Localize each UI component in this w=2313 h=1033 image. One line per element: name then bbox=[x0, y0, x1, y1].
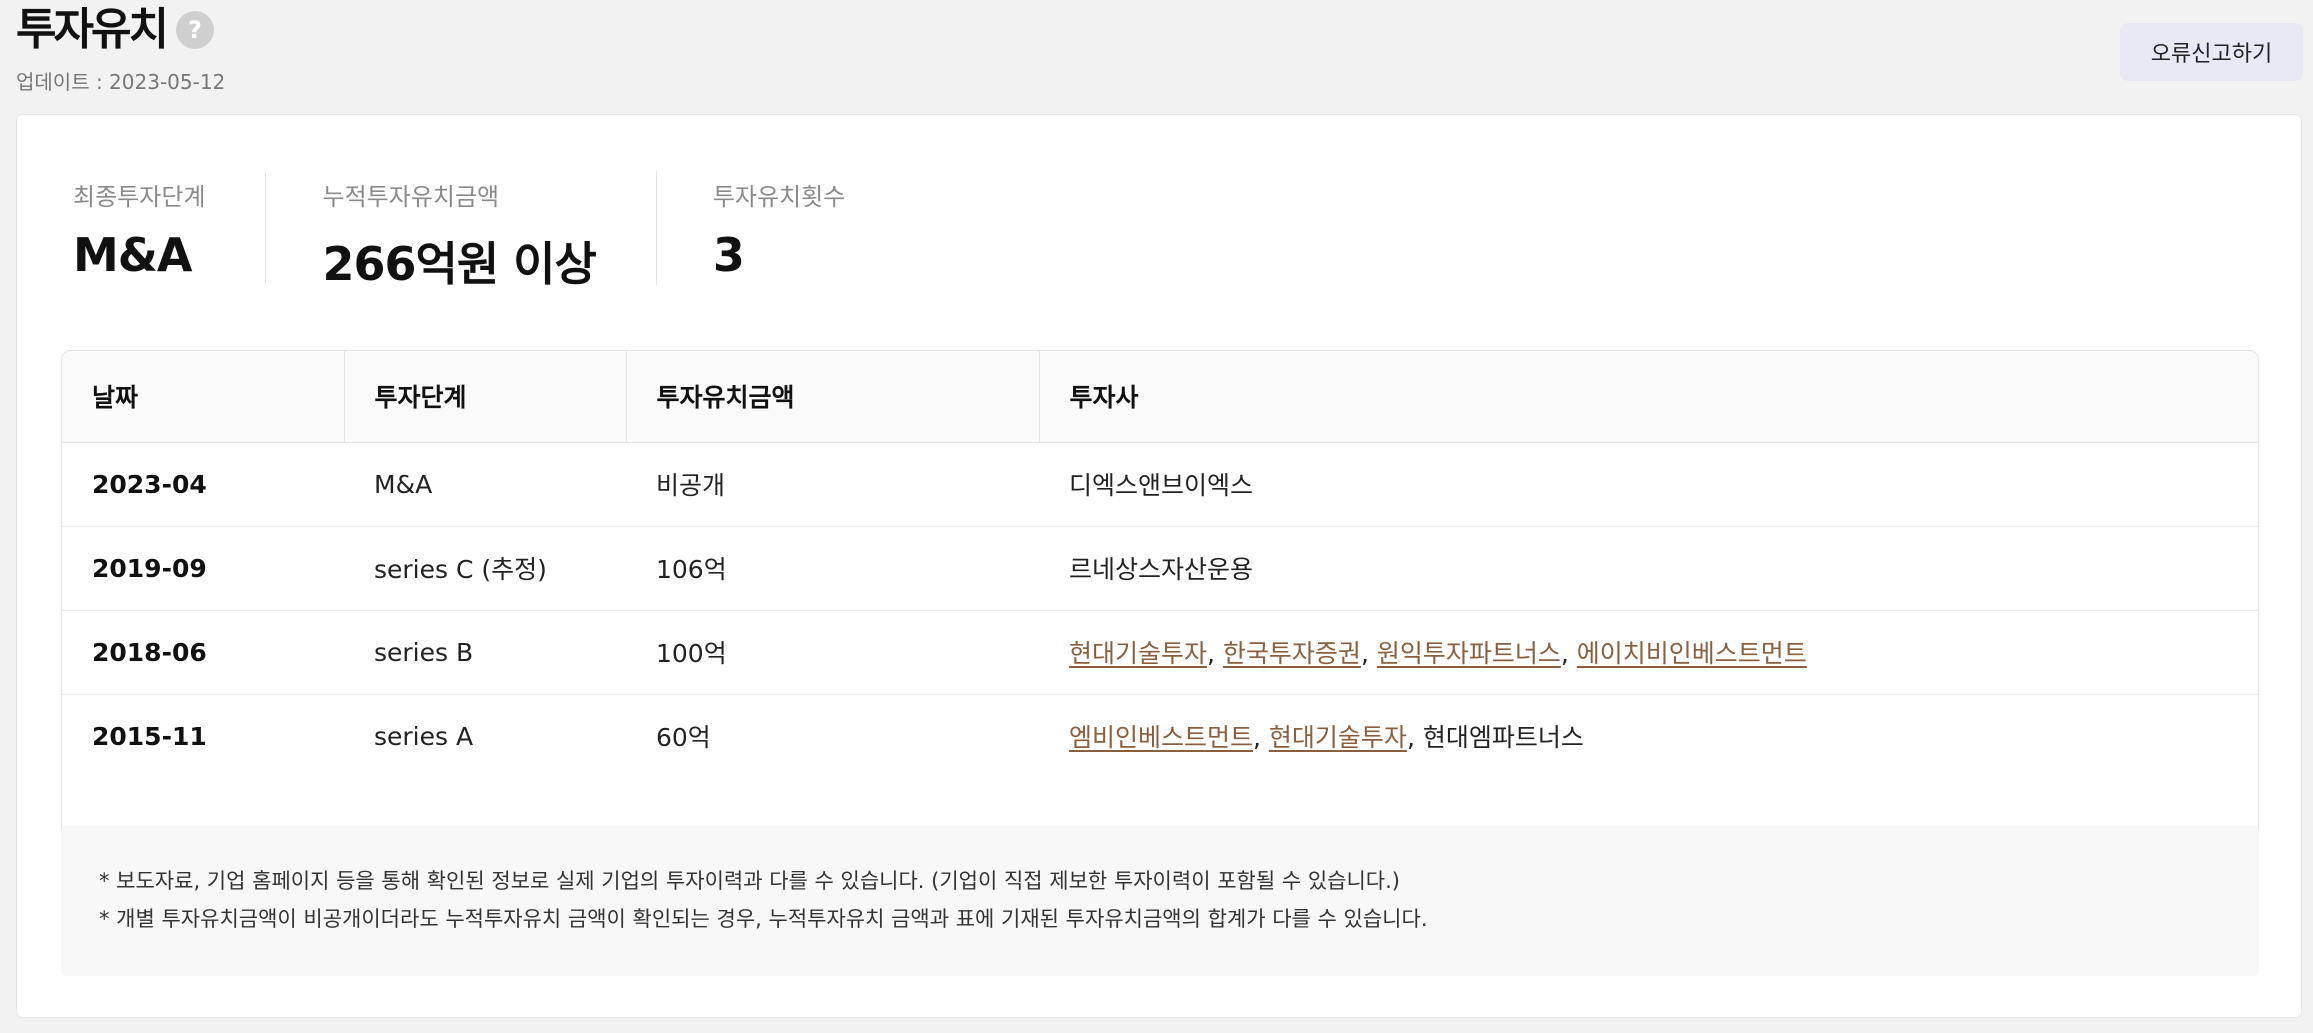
column-header-amount: 투자유치금액 bbox=[626, 351, 1040, 443]
stat-value: 266억원 이상 bbox=[322, 237, 596, 291]
cell-stage: series A bbox=[374, 721, 474, 751]
investment-table: 날짜 투자단계 투자유치금액 투자사 2023-04 M&A 비공개 디엑스앤브이엑스… bbox=[62, 351, 2258, 778]
stat-final-stage: 최종투자단계 M&A bbox=[73, 171, 265, 285]
table-row: 2023-04 M&A 비공개 디엑스앤브이엑스 bbox=[62, 442, 2258, 527]
cell-amount: 106억 bbox=[626, 526, 1039, 611]
table-row: 2019-09 series C (추정) 106억 르네상스자산운용 bbox=[62, 526, 2258, 611]
cell-stage: series B bbox=[344, 610, 626, 695]
column-header-stage: 투자단계 bbox=[344, 351, 627, 443]
investor-link[interactable]: 원익투자파트너스 bbox=[1377, 639, 1561, 668]
stat-label: 누적투자유치금액 bbox=[322, 183, 500, 211]
page-header: 투자유치 ? 업데이트 : 2023-05-12 bbox=[16, 4, 225, 95]
table-header-row: 날짜 투자단계 투자유치금액 투자사 bbox=[62, 351, 2258, 443]
disclaimer-notes: * 보도자료, 기업 홈페이지 등을 통해 확인된 정보로 실제 기업의 투자이… bbox=[61, 826, 2259, 976]
disclaimer-note: * 보도자료, 기업 홈페이지 등을 통해 확인된 정보로 실제 기업의 투자이… bbox=[99, 869, 1400, 893]
investment-card: 최종투자단계 M&A 누적투자유치금액 266억원 이상 투자유치횟수 3 날짜… bbox=[16, 114, 2302, 1018]
investor-name: 디엑스앤브이엑스 bbox=[1069, 471, 1254, 500]
column-header-investors: 투자사 bbox=[1039, 351, 2258, 443]
separator: , bbox=[1360, 639, 1377, 668]
stat-round-count: 투자유치횟수 3 bbox=[655, 171, 905, 285]
separator: , bbox=[1560, 639, 1577, 668]
cell-investors: 디엑스앤브이엑스 bbox=[1039, 442, 2258, 527]
table-body: 2023-04 M&A 비공개 디엑스앤브이엑스 2019-09 series C (추정… bbox=[62, 442, 2258, 778]
cell-date: 2015-11 bbox=[92, 721, 207, 751]
update-date: 업데이트 : 2023-05-12 bbox=[16, 70, 226, 94]
page-title: 투자유치 bbox=[16, 4, 169, 55]
question-circle-icon[interactable]: ? bbox=[175, 11, 214, 49]
table-row: 2015-11 series A 60억 엠비인베스트먼트, 현대기술투자, 현대엠파… bbox=[62, 694, 2258, 778]
investor-link[interactable]: 현대기술투자 bbox=[1069, 639, 1207, 668]
investor-link[interactable]: 현대기술투자 bbox=[1269, 723, 1407, 752]
separator: , bbox=[1406, 723, 1423, 753]
cell-investors: 르네상스자산운용 bbox=[1039, 526, 2258, 611]
investor-link[interactable]: 에이치비인베스트먼트 bbox=[1577, 639, 1807, 668]
cell-investors: 현대기술투자, 한국투자증권, 원익투자파트너스, 에이치비인베스트먼트 bbox=[1039, 610, 2258, 695]
cell-date: 2023-04 bbox=[62, 442, 344, 527]
cell-amount: 100억 bbox=[626, 610, 1039, 695]
cell-stage: M&A bbox=[344, 442, 626, 527]
separator: , bbox=[1253, 723, 1269, 753]
investor-link[interactable]: 한국투자증권 bbox=[1223, 639, 1361, 668]
disclaimer-note: * 개별 투자유치금액이 비공개이더라도 누적투자유치 금액이 확인되는 경우,… bbox=[99, 907, 1428, 931]
stat-value: 3 bbox=[712, 228, 745, 282]
stat-total-amount: 누적투자유치금액 266억원 이상 bbox=[265, 171, 655, 291]
cell-date: 2019-09 bbox=[62, 526, 344, 611]
column-header-date: 날짜 bbox=[62, 351, 345, 443]
cell-date: 2018-06 bbox=[62, 610, 344, 695]
investor-name: 현대엠파트너스 bbox=[1422, 723, 1584, 753]
report-error-button[interactable]: 오류신고하기 bbox=[2120, 23, 2303, 81]
cell-stage: series C (추정) bbox=[344, 526, 626, 611]
cell-amount: 60억 bbox=[656, 723, 711, 753]
investor-link[interactable]: 엠비인베스트먼트 bbox=[1069, 723, 1253, 752]
investment-table-container: 날짜 투자단계 투자유치금액 투자사 2023-04 M&A 비공개 디엑스앤브이엑스… bbox=[61, 350, 2259, 895]
stat-label: 투자유치횟수 bbox=[712, 183, 846, 211]
title-row: 투자유치 ? bbox=[16, 4, 225, 56]
separator: , bbox=[1207, 639, 1223, 668]
stat-label: 최종투자단계 bbox=[73, 183, 206, 211]
investor-name: 르네상스자산운용 bbox=[1069, 555, 1254, 584]
cell-investors: 엠비인베스트먼트, 현대기술투자, 현대엠파트너스 bbox=[1039, 694, 2258, 778]
stat-value: M&A bbox=[73, 228, 193, 282]
summary-stats: 최종투자단계 M&A 누적투자유치금액 266억원 이상 투자유치횟수 3 bbox=[73, 171, 905, 291]
cell-amount: 비공개 bbox=[626, 442, 1039, 527]
table-row: 2018-06 series B 100억 현대기술투자, 한국투자증권, 원익투자파… bbox=[62, 610, 2258, 695]
